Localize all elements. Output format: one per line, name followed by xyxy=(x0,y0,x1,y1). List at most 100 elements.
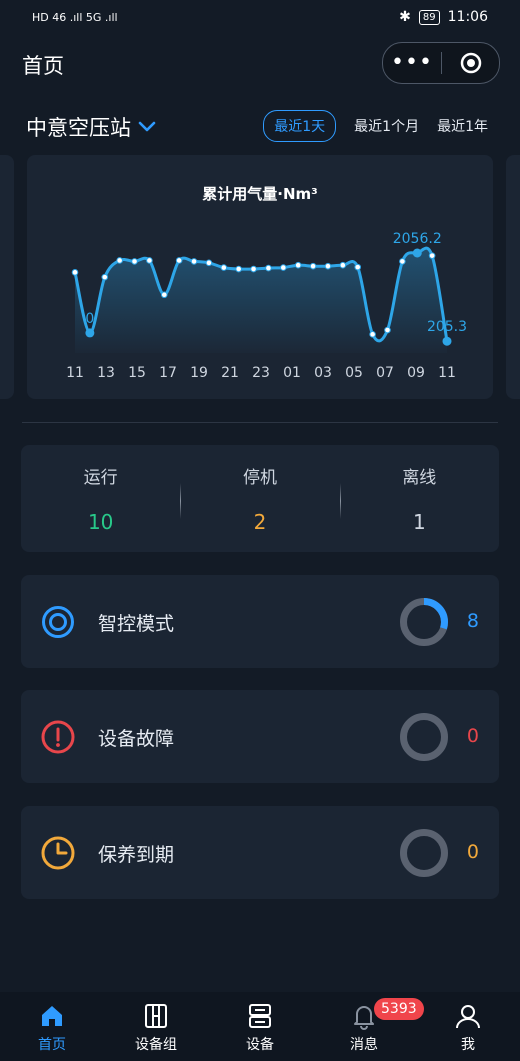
x-tick-label: 19 xyxy=(190,365,208,381)
tab-device[interactable]: 设备 xyxy=(208,992,312,1061)
x-tick-label: 01 xyxy=(283,365,301,381)
tab-messages[interactable]: 消息 5393 xyxy=(312,992,424,1061)
data-point xyxy=(131,258,138,265)
progress-ring xyxy=(400,829,448,877)
gas-usage-chart-card[interactable]: 累计用气量·Nm³ 0 2056.2 205.3 11 13 15 17 19 21 23 01 03… xyxy=(27,155,493,399)
range-1-month[interactable]: 最近1个月 xyxy=(354,116,419,136)
data-point xyxy=(175,257,183,264)
data-point xyxy=(205,259,213,267)
range-1-day[interactable]: 最近1天 xyxy=(263,110,337,142)
next-card-edge[interactable] xyxy=(506,155,520,399)
data-point xyxy=(265,264,272,272)
data-point xyxy=(399,258,406,265)
close-mini-program-button[interactable] xyxy=(442,51,499,75)
data-point xyxy=(71,269,79,276)
x-tick-label: 11 xyxy=(66,365,84,381)
tab-label: 首页 xyxy=(38,1037,66,1053)
data-point xyxy=(101,273,109,281)
device-fault-label: 设备故障 xyxy=(98,728,175,750)
progress-ring xyxy=(400,713,448,761)
running-label: 运行 xyxy=(83,468,118,488)
device-icon xyxy=(249,1004,271,1028)
data-point xyxy=(294,261,302,269)
x-tick-label: 09 xyxy=(407,365,425,381)
data-label: 2056.2 xyxy=(393,231,442,247)
data-point xyxy=(280,264,287,271)
x-tick-label: 07 xyxy=(376,365,394,381)
annotation-marker xyxy=(442,336,452,346)
ring-track xyxy=(400,829,448,877)
data-point xyxy=(354,263,362,271)
x-tick-label: 21 xyxy=(221,365,239,381)
data-point xyxy=(369,331,376,338)
status-bar-right: ✱ 89 11:06 xyxy=(399,9,488,25)
x-tick-label: 13 xyxy=(97,365,115,381)
target-icon xyxy=(460,52,481,74)
battery-icon: 89 xyxy=(418,9,440,25)
device-fault-card[interactable]: 设备故障 0 xyxy=(21,690,499,783)
status-separator xyxy=(180,483,182,519)
data-point xyxy=(339,261,347,269)
section-divider xyxy=(22,422,498,423)
status-offline[interactable]: 离线 1 xyxy=(339,445,499,552)
title-bar: 首页 ••• xyxy=(0,40,520,88)
data-point xyxy=(146,257,153,264)
tab-label: 我 xyxy=(461,1037,475,1053)
chevron-down-icon xyxy=(138,121,156,132)
tab-home[interactable]: 首页 xyxy=(0,992,104,1061)
tab-label: 设备组 xyxy=(135,1037,177,1053)
tab-device-group[interactable]: 设备组 xyxy=(104,992,208,1061)
alert-circle-icon xyxy=(41,720,75,754)
previous-card-edge[interactable] xyxy=(0,155,14,399)
annotation-marker xyxy=(412,248,422,258)
data-point xyxy=(160,291,168,299)
status-bar-left: HD 46 .ıll 5G .ıll xyxy=(32,11,118,24)
running-count: 10 xyxy=(87,510,114,534)
home-icon xyxy=(42,1006,62,1026)
offline-label: 离线 xyxy=(402,468,437,488)
maintenance-due-label: 保养到期 xyxy=(98,844,175,866)
data-label: 0 xyxy=(85,311,94,327)
x-tick-label: 17 xyxy=(159,365,177,381)
data-point xyxy=(250,265,257,273)
x-tick-label: 05 xyxy=(345,365,363,381)
more-button[interactable]: ••• xyxy=(383,45,441,81)
bottom-tab-bar: 首页 设备组 设备 消息 5393 我 xyxy=(0,992,520,1061)
range-1-year[interactable]: 最近1年 xyxy=(437,116,488,136)
annotation-marker xyxy=(85,328,95,338)
offline-count: 1 xyxy=(412,510,426,534)
status-bar: HD 46 .ıll 5G .ıll ✱ 89 11:06 xyxy=(0,0,520,34)
maintenance-due-card[interactable]: 保养到期 0 xyxy=(21,806,499,899)
status-stopped[interactable]: 停机 2 xyxy=(180,445,339,552)
x-tick-label: 23 xyxy=(252,365,270,381)
stopped-label: 停机 xyxy=(242,468,277,488)
status-running[interactable]: 运行 10 xyxy=(21,445,180,552)
smart-control-count: 8 xyxy=(466,610,479,632)
smart-control-label: 智控模式 xyxy=(98,613,175,635)
station-name: 中意空压站 xyxy=(26,116,131,140)
bluetooth-icon: ✱ xyxy=(399,9,411,25)
tab-me[interactable]: 我 xyxy=(416,992,520,1061)
device-status-card: 运行 10 停机 2 离线 1 xyxy=(21,445,499,552)
data-point xyxy=(235,265,242,273)
data-point xyxy=(428,252,436,259)
status-separator xyxy=(339,483,341,519)
network-icons: HD 46 .ıll 5G .ıll xyxy=(32,10,118,24)
data-point xyxy=(116,257,123,264)
data-label: 205.3 xyxy=(427,319,467,335)
data-point xyxy=(309,262,317,270)
clock-icon xyxy=(41,836,75,870)
data-point xyxy=(324,262,332,270)
page-title: 首页 xyxy=(22,54,64,78)
device-fault-count: 0 xyxy=(466,725,479,747)
device-group-icon xyxy=(145,1004,167,1028)
data-point xyxy=(190,258,198,265)
user-icon xyxy=(456,1005,480,1029)
tab-label: 设备 xyxy=(246,1037,274,1053)
station-selector[interactable]: 中意空压站 xyxy=(26,112,157,142)
smart-control-card[interactable]: 智控模式 8 xyxy=(21,575,499,668)
time-range-tabs: 最近1天 最近1个月 最近1年 xyxy=(263,110,488,142)
gas-usage-chart: 0 2056.2 205.3 11 13 15 17 19 21 23 01 03 05 07 09 11 xyxy=(66,231,467,381)
chart-area xyxy=(75,248,447,353)
tab-label: 消息 xyxy=(350,1037,378,1053)
